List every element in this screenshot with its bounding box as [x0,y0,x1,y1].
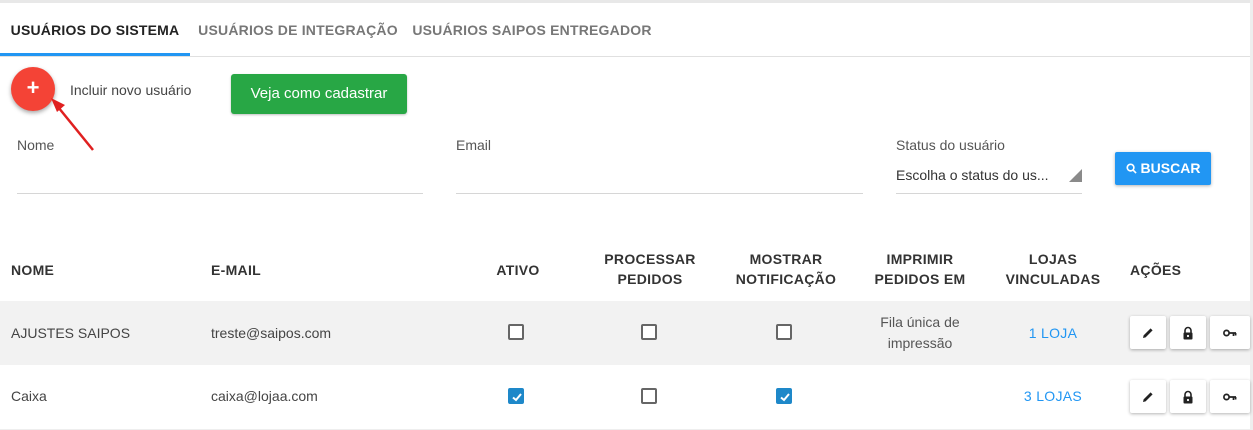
col-header-stores-l2: VINCULADAS [1005,271,1101,287]
show-notification-checkbox[interactable] [776,324,792,340]
col-header-email: E-MAIL [211,262,262,278]
search-icon [1126,163,1137,174]
col-header-print-l2: PEDIDOS EM [874,271,966,287]
col-header-stores-l1: LOJAS [1028,251,1078,267]
name-filter-input[interactable] [17,193,423,194]
name-filter-label: Nome [17,137,55,153]
status-select-underline [896,193,1082,194]
lock-icon [1183,326,1193,339]
checkmark-icon [780,393,790,402]
col-header-process: PROCESSAR PEDIDOS [590,249,710,289]
key-icon [1223,329,1237,336]
status-filter-label: Status do usuário [896,137,1005,153]
col-header-stores: LOJAS VINCULADAS [993,249,1113,289]
col-header-notify: MOSTRAR NOTIFICAÇÃO [726,249,846,289]
active-tab-indicator [0,53,190,56]
tab-delivery-users-label: USUÁRIOS SAIPOS ENTREGADOR [412,22,652,38]
tab-delivery-users[interactable]: USUÁRIOS SAIPOS ENTREGADOR [406,3,658,56]
email-filter-input[interactable] [456,193,863,194]
process-orders-checkbox[interactable] [641,324,657,340]
active-checkbox[interactable] [508,324,524,340]
user-name: Caixa [11,388,47,404]
print-orders-l2: impressão [887,335,953,351]
linked-stores-link[interactable]: 1 LOJA [993,325,1113,341]
dropdown-arrow-icon [1069,169,1082,182]
annotation-arrow [51,98,94,151]
tab-bar: USUÁRIOS DO SISTEMA USUÁRIOS DE INTEGRAÇ… [0,3,1250,57]
table-row: AJUSTES SAIPOS treste@saipos.com Fila ún… [0,301,1250,365]
change-password-button[interactable] [1170,316,1206,349]
user-name: AJUSTES SAIPOS [11,325,131,341]
pencil-icon [1143,391,1153,402]
print-orders-value: Fila única de impressão [860,312,980,354]
lock-icon [1183,390,1193,403]
access-key-button[interactable] [1210,316,1250,349]
col-header-actions: AÇÕES [1130,262,1182,278]
col-header-active: ATIVO [496,262,540,278]
col-header-process-l1: PROCESSAR [604,251,696,267]
search-button-label: BUSCAR [1140,160,1201,176]
col-header-process-l2: PEDIDOS [617,271,683,287]
tab-integration-users-label: USUÁRIOS DE INTEGRAÇÃO [198,22,398,38]
process-orders-checkbox[interactable] [641,388,657,404]
col-header-notify-l2: NOTIFICAÇÃO [735,271,837,287]
plus-icon: + [26,75,40,100]
user-email: treste@saipos.com [211,325,332,341]
edit-user-button[interactable] [1130,316,1166,349]
col-header-print-l1: IMPRIMIR [886,251,954,267]
how-to-register-button[interactable]: Veja como cadastrar [231,74,407,114]
tab-system-users-label: USUÁRIOS DO SISTEMA [10,22,180,38]
change-password-button[interactable] [1170,380,1206,413]
col-header-print: IMPRIMIR PEDIDOS EM [860,249,980,289]
status-select[interactable]: Escolha o status do us... [896,167,1049,183]
col-header-notify-l1: MOSTRAR [749,251,823,267]
tab-integration-users[interactable]: USUÁRIOS DE INTEGRAÇÃO [190,3,406,56]
col-header-name: NOME [11,262,55,278]
email-filter-label: Email [456,137,492,153]
table-row: Caixa caixa@lojaa.com 3 LOJAS [0,365,1250,429]
access-key-button[interactable] [1210,380,1250,413]
edit-user-button[interactable] [1130,380,1166,413]
show-notification-checkbox[interactable] [776,388,792,404]
active-checkbox[interactable] [508,388,524,404]
checkmark-icon [512,393,522,402]
tab-system-users[interactable]: USUÁRIOS DO SISTEMA [0,3,190,56]
search-button[interactable]: BUSCAR [1115,152,1211,185]
linked-stores-link[interactable]: 3 LOJAS [993,388,1113,404]
key-icon [1223,393,1237,400]
pencil-icon [1143,327,1153,338]
print-orders-l1: Fila única de [880,314,960,330]
user-email: caixa@lojaa.com [211,388,318,404]
